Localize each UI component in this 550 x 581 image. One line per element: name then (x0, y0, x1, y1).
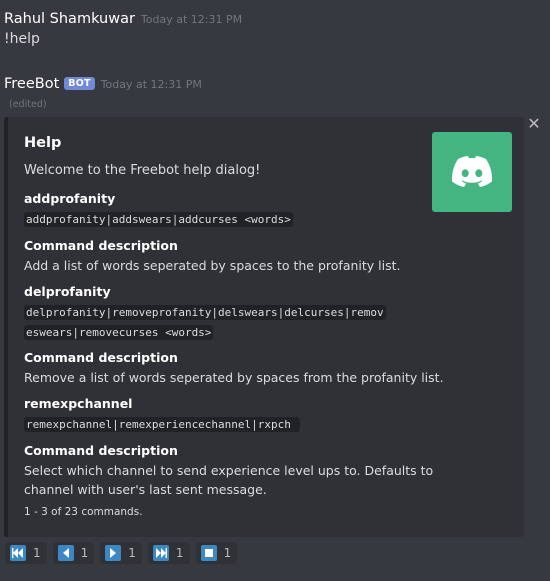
reaction-bar: 1 1 1 1 1 (5, 542, 238, 564)
field-name-command-description: Command description (24, 238, 178, 253)
field-value-remexpchannel: remexpchannel|remexperiencechannel|rxpch (24, 414, 300, 434)
bot-badge: BOT (64, 77, 95, 90)
reaction-count: 1 (128, 546, 136, 560)
embed-description: Welcome to the Freebot help dialog! (24, 163, 261, 178)
embed-thumbnail (432, 132, 512, 212)
reaction-first-page[interactable]: 1 (5, 542, 47, 564)
first-page-icon (10, 545, 26, 561)
reaction-count: 1 (80, 546, 89, 560)
author-name[interactable]: FreeBot (4, 76, 59, 92)
embed-footer: 1 - 3 of 23 commands. (24, 506, 143, 518)
message-freebot: FreeBot BOT Today at 12:31 PM (4, 73, 202, 92)
field-name-delprofanity: delprofanity (24, 284, 111, 299)
last-page-icon (152, 545, 169, 561)
embed-title: Help (24, 135, 62, 151)
close-icon[interactable]: ✕ (527, 116, 541, 132)
field-value-description: Add a list of words seperated by spaces … (24, 258, 401, 273)
stop-icon (200, 545, 217, 561)
field-value-addprofanity: addprofanity|addswears|addcurses <words> (24, 209, 293, 229)
help-embed: Help Welcome to the Freebot help dialog!… (4, 117, 524, 537)
edited-label: (edited) (9, 99, 47, 110)
reaction-previous[interactable]: 1 (52, 542, 95, 564)
message-timestamp: Today at 12:31 PM (140, 13, 243, 26)
field-name-command-description: Command description (24, 443, 178, 458)
previous-icon (57, 545, 74, 561)
next-icon (105, 545, 122, 561)
field-name-command-description: Command description (24, 350, 178, 365)
reaction-next[interactable]: 1 (100, 542, 142, 564)
command-aliases-line-2: eswears|removecurses <words> (24, 325, 214, 340)
reaction-count: 1 (223, 546, 232, 560)
reaction-count: 1 (175, 546, 184, 560)
field-value-description: Select which channel to send experience … (24, 461, 433, 499)
description-line-2: channel with user's last sent message. (24, 482, 267, 497)
field-name-addprofanity: addprofanity (24, 191, 116, 206)
message-rahul: Rahul Shamkuwar Today at 12:31 PM !help (4, 8, 242, 47)
description-line-1: Select which channel to send experience … (24, 463, 434, 478)
command-aliases: remexpchannel|remexperiencechannel|rxpch (24, 417, 300, 432)
command-aliases: addprofanity|addswears|addcurses <words> (24, 212, 293, 227)
message-timestamp: Today at 12:31 PM (100, 78, 202, 91)
author-name[interactable]: Rahul Shamkuwar (4, 11, 135, 27)
command-aliases-line-1: delprofanity|removeprofanity|delswears|d… (24, 305, 386, 320)
field-name-remexpchannel: remexpchannel (24, 396, 133, 411)
reaction-count: 1 (33, 546, 41, 560)
field-value-description: Remove a list of words seperated by spac… (24, 370, 444, 385)
field-value-delprofanity: delprofanity|removeprofanity|delswears|d… (24, 302, 386, 342)
reaction-stop[interactable]: 1 (195, 542, 238, 564)
discord-logo-icon (451, 156, 493, 187)
message-content: !help (4, 31, 40, 47)
reaction-last-page[interactable]: 1 (147, 542, 190, 564)
